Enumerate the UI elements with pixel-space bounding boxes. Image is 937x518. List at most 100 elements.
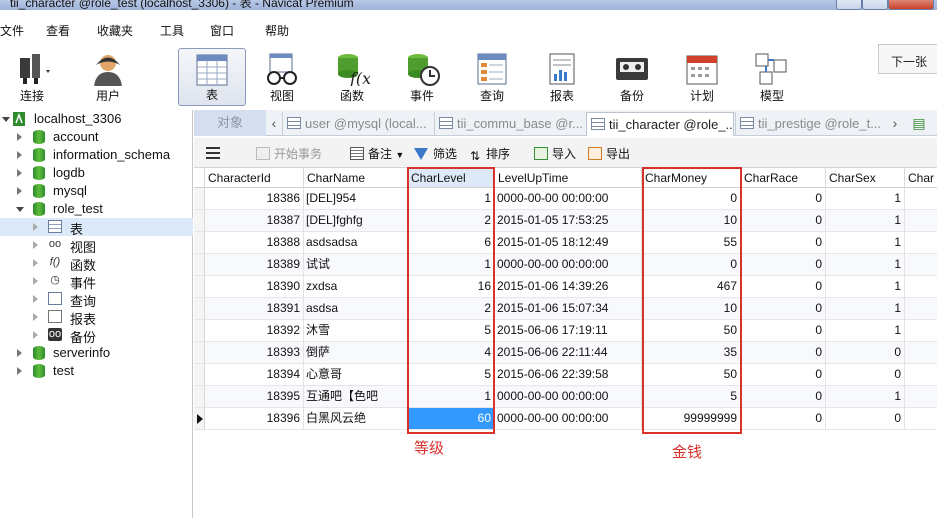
cell-levelup-time[interactable]: 2015-06-06 22:39:58 <box>495 364 642 386</box>
cell-char-money[interactable]: 5 <box>642 386 741 408</box>
menu-help[interactable]: 帮助 <box>265 22 289 39</box>
cell-char-money[interactable]: 0 <box>642 254 741 276</box>
tree-db-information-schema[interactable]: information_schema <box>0 146 193 164</box>
tool-schedule[interactable]: 计划 <box>670 48 734 106</box>
cell-char-sex[interactable]: 0 <box>826 364 905 386</box>
cell-char-name[interactable]: 白黑风云绝 <box>304 408 408 430</box>
tree-db-mysql[interactable]: mysql <box>0 182 193 200</box>
cell-char-level[interactable]: 16 <box>408 276 495 298</box>
row-marker[interactable] <box>194 364 205 386</box>
cell-char-more[interactable] <box>905 188 937 210</box>
cell-char-level[interactable]: 5 <box>408 320 495 342</box>
cell-char-more[interactable] <box>905 210 937 232</box>
cell-levelup-time[interactable]: 0000-00-00 00:00:00 <box>495 188 642 210</box>
cell-char-name[interactable]: 互通吧【色吧 <box>304 386 408 408</box>
expand-icon[interactable] <box>33 313 38 321</box>
cell-char-level[interactable]: 5 <box>408 364 495 386</box>
column-header-char-money[interactable]: CharMoney <box>642 168 741 188</box>
cell-char-race[interactable]: 0 <box>741 386 826 408</box>
column-header-character-id[interactable]: CharacterId <box>205 168 304 188</box>
menu-view[interactable]: 查看 <box>46 22 70 39</box>
cell-character-id[interactable]: 18392 <box>205 320 304 342</box>
tab-list-icon[interactable]: ▤ <box>906 115 932 131</box>
expand-icon[interactable] <box>17 151 22 159</box>
column-header-char-more[interactable]: Char <box>905 168 937 188</box>
cell-char-name[interactable]: asdsa <box>304 298 408 320</box>
cell-char-name[interactable]: [DEL]fghfg <box>304 210 408 232</box>
cell-char-sex[interactable]: 1 <box>826 188 905 210</box>
tree-db-test[interactable]: test <box>0 362 193 380</box>
tool-model[interactable]: 模型 <box>740 48 804 106</box>
cell-char-level[interactable]: 2 <box>408 210 495 232</box>
cell-char-race[interactable]: 0 <box>741 254 826 276</box>
expand-icon[interactable] <box>33 331 38 339</box>
cell-char-more[interactable] <box>905 408 937 430</box>
cell-levelup-time[interactable]: 0000-00-00 00:00:00 <box>495 254 642 276</box>
row-marker[interactable] <box>194 408 205 430</box>
cell-levelup-time[interactable]: 2015-01-06 14:39:26 <box>495 276 642 298</box>
row-marker[interactable] <box>194 210 205 232</box>
tree-db-serverinfo[interactable]: serverinfo <box>0 344 193 362</box>
expand-icon[interactable] <box>17 187 22 195</box>
cell-char-race[interactable]: 0 <box>741 210 826 232</box>
tool-function[interactable]: f(x) 函数 <box>320 48 384 106</box>
cell-character-id[interactable]: 18394 <box>205 364 304 386</box>
expand-icon[interactable] <box>33 241 38 249</box>
cell-char-level[interactable]: 1 <box>408 188 495 210</box>
tool-report[interactable]: 报表 <box>530 48 594 106</box>
cell-char-money[interactable]: 99999999 <box>642 408 741 430</box>
cell-character-id[interactable]: 18386 <box>205 188 304 210</box>
sort-button[interactable]: ⇅ 排序 <box>468 145 510 163</box>
tool-event[interactable]: 事件 <box>390 48 454 106</box>
cell-char-more[interactable] <box>905 364 937 386</box>
cell-char-sex[interactable]: 0 <box>826 408 905 430</box>
tree-node-events[interactable]: ◷ 事件 <box>0 272 193 291</box>
cell-levelup-time[interactable]: 2015-01-06 15:07:34 <box>495 298 642 320</box>
cell-char-race[interactable]: 0 <box>741 342 826 364</box>
cell-character-id[interactable]: 18387 <box>205 210 304 232</box>
tree-node-reports[interactable]: 报表 <box>0 308 193 327</box>
cell-char-name[interactable]: 试试 <box>304 254 408 276</box>
cell-char-level[interactable]: 1 <box>408 254 495 276</box>
tab-scroll-right-icon[interactable]: › <box>889 115 901 131</box>
cell-char-sex[interactable]: 1 <box>826 276 905 298</box>
cell-char-more[interactable] <box>905 276 937 298</box>
chevron-down-icon[interactable]: ▼ <box>395 150 404 160</box>
cell-char-money[interactable]: 35 <box>642 342 741 364</box>
row-marker[interactable] <box>194 386 205 408</box>
data-grid[interactable]: CharacterId CharName CharLevel LevelUpTime C… <box>194 168 937 518</box>
cell-levelup-time[interactable]: 0000-00-00 00:00:00 <box>495 408 642 430</box>
cell-character-id[interactable]: 18389 <box>205 254 304 276</box>
tree-node-backups[interactable]: oo 备份 <box>0 326 193 345</box>
cell-char-more[interactable] <box>905 342 937 364</box>
cell-char-sex[interactable]: 0 <box>826 342 905 364</box>
cell-char-race[interactable]: 0 <box>741 364 826 386</box>
cell-character-id[interactable]: 18396 <box>205 408 304 430</box>
row-marker[interactable] <box>194 254 205 276</box>
cell-char-name[interactable]: 倒萨 <box>304 342 408 364</box>
row-marker[interactable] <box>194 342 205 364</box>
tab-tii-character[interactable]: tii_character @role_... <box>586 112 734 136</box>
cell-levelup-time[interactable]: 0000-00-00 00:00:00 <box>495 386 642 408</box>
tool-table[interactable]: 表 <box>178 48 246 106</box>
cell-levelup-time[interactable]: 2015-01-05 18:12:49 <box>495 232 642 254</box>
cell-character-id[interactable]: 18388 <box>205 232 304 254</box>
expand-icon[interactable] <box>33 223 38 231</box>
cell-char-more[interactable] <box>905 254 937 276</box>
tree-db-role-test[interactable]: role_test <box>0 200 193 218</box>
cell-char-level[interactable]: 6 <box>408 232 495 254</box>
cell-char-sex[interactable]: 1 <box>826 210 905 232</box>
menu-file[interactable]: 文件 <box>0 22 24 39</box>
expand-icon[interactable] <box>33 259 38 267</box>
cell-char-sex[interactable]: 1 <box>826 320 905 342</box>
menu-tools[interactable]: 工具 <box>160 22 184 39</box>
filter-button[interactable]: 筛选 <box>414 145 457 162</box>
cell-char-name[interactable]: zxdsa <box>304 276 408 298</box>
cell-char-race[interactable]: 0 <box>741 298 826 320</box>
expand-icon[interactable] <box>33 295 38 303</box>
column-header-levelup-time[interactable]: LevelUpTime <box>495 168 642 188</box>
tool-view[interactable]: 视图 <box>250 48 314 106</box>
row-marker[interactable] <box>194 232 205 254</box>
tree-node-views[interactable]: oo 视图 <box>0 236 193 255</box>
row-marker[interactable] <box>194 298 205 320</box>
